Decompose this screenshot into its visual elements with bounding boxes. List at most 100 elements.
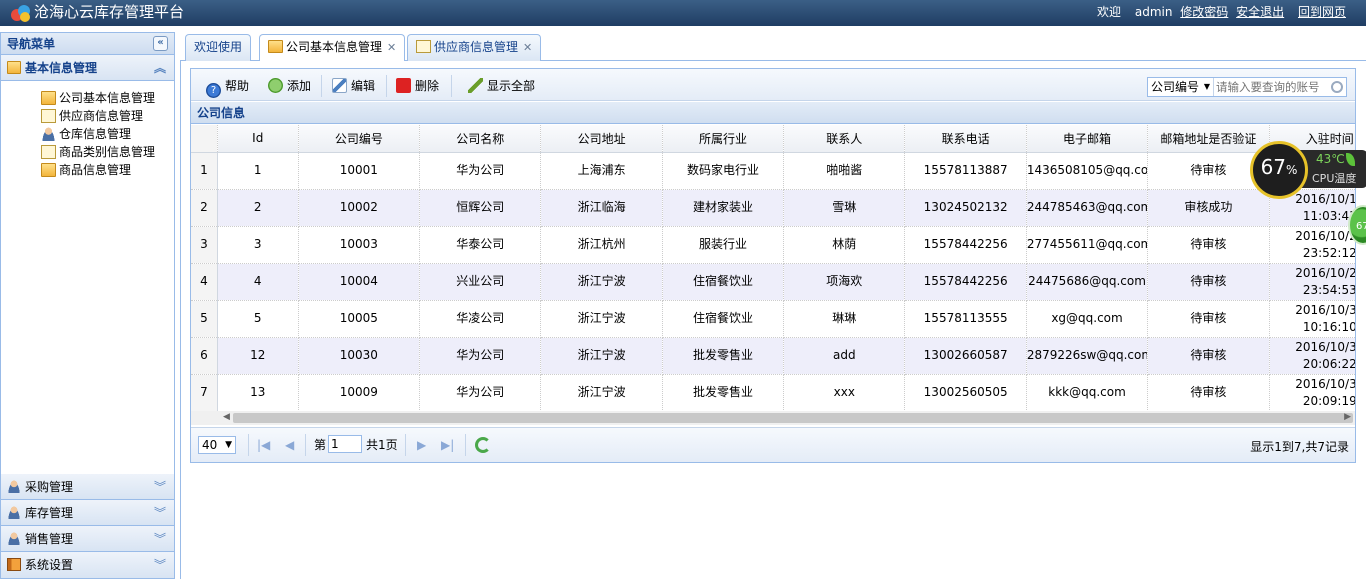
table-row[interactable]: 7 13 10009 华为公司 浙江宁波 批发零售业 xxx 13002560505 kkk@q…: [191, 374, 1355, 411]
sidebar-item-warehouse[interactable]: 仓库信息管理: [41, 125, 174, 143]
table-cell-email: xg@qq.com: [1026, 300, 1149, 338]
table-cell-phone: 15578442256: [904, 226, 1027, 264]
column-header[interactable]: 所属行业: [662, 125, 785, 153]
tab-label: 公司基本信息管理: [286, 40, 383, 54]
column-header[interactable]: 联系人: [783, 125, 906, 153]
table-cell-id: 13: [217, 374, 299, 411]
floating-ball-text: 67: [1356, 221, 1366, 232]
logout-link[interactable]: 安全退出: [1236, 5, 1284, 19]
accordion-inventory[interactable]: 库存管理 ︾: [1, 500, 174, 526]
close-icon[interactable]: ✕: [387, 41, 396, 54]
help-button[interactable]: ? 帮助: [206, 77, 249, 98]
chevron-down-icon[interactable]: ︾: [154, 526, 166, 552]
pencil-icon: [468, 78, 483, 93]
sidebar-item-company[interactable]: 公司基本信息管理: [41, 89, 174, 107]
chevron-down-icon[interactable]: ︾: [154, 500, 166, 526]
scroll-left-icon[interactable]: ◀: [223, 412, 230, 422]
sidebar-item-category[interactable]: 商品类别信息管理: [41, 143, 174, 161]
table-row[interactable]: 4 4 10004 兴业公司 浙江宁波 住宿餐饮业 项海欢 15578442256 244756…: [191, 263, 1355, 301]
sidebar-item-goods[interactable]: 商品信息管理: [41, 161, 174, 179]
scroll-right-icon[interactable]: ▶: [1344, 412, 1351, 422]
table-cell-join-time: 2016/10/30 10:16:10: [1269, 300, 1355, 338]
row-number: 7: [191, 374, 218, 411]
column-header[interactable]: 邮箱地址是否验证: [1147, 125, 1270, 153]
show-all-button[interactable]: 显示全部: [468, 77, 535, 95]
table-row[interactable]: 1 1 10001 华为公司 上海浦东 数码家电行业 啪啪酱 15578113887 14365…: [191, 152, 1355, 190]
table-cell-id: 4: [217, 263, 299, 301]
app-title: 沧海心云库存管理平台: [34, 3, 185, 21]
folder-icon: [7, 61, 21, 74]
chevron-up-icon[interactable]: ︽: [154, 55, 166, 81]
column-header[interactable]: 公司编号: [298, 125, 421, 153]
close-icon[interactable]: ✕: [523, 41, 532, 54]
search-box: 公司编号 ▼: [1147, 77, 1347, 97]
table-cell-verified: 待审核: [1147, 374, 1270, 411]
row-number: 5: [191, 300, 218, 338]
pager-divider: [248, 434, 249, 456]
column-header[interactable]: 电子邮箱: [1026, 125, 1149, 153]
add-button[interactable]: 添加: [268, 77, 311, 95]
column-header[interactable]: 公司名称: [419, 125, 542, 153]
column-header[interactable]: Id: [217, 125, 299, 153]
accordion-sales[interactable]: 销售管理 ︾: [1, 526, 174, 552]
row-number: 1: [191, 152, 218, 190]
collapse-sidebar-button[interactable]: «: [153, 36, 168, 51]
table-cell-phone: 13002560505: [904, 374, 1027, 411]
table-row[interactable]: 2 2 10002 恒辉公司 浙江临海 建材家装业 雪琳 13024502132 2447854…: [191, 189, 1355, 227]
page-number-input[interactable]: [328, 435, 362, 453]
accordion-purchase[interactable]: 采购管理 ︾: [1, 474, 174, 500]
table-cell-name: 恒辉公司: [419, 189, 542, 227]
pager-divider: [405, 434, 406, 456]
tab-welcome[interactable]: 欢迎使用: [185, 34, 252, 61]
horizontal-scrollbar[interactable]: ◀ ▶: [191, 411, 1355, 425]
accordion-label: 销售管理: [25, 532, 74, 546]
table-cell-email: 277455611@qq.com: [1026, 226, 1149, 264]
chevron-down-icon[interactable]: ︾: [154, 552, 166, 578]
accordion-label: 库存管理: [25, 506, 74, 520]
table-cell-addr: 浙江宁波: [540, 300, 663, 338]
toolbar-divider: [386, 75, 387, 97]
last-page-icon[interactable]: ▶|: [441, 437, 454, 453]
search-icon[interactable]: [1331, 81, 1343, 93]
tab-supplier-info[interactable]: 供应商信息管理 ✕: [407, 34, 542, 61]
edit-button[interactable]: 编辑: [332, 77, 375, 95]
grid-toolbar: ? 帮助 添加 编辑 删除 显示全部 公司编号 ▼: [191, 69, 1355, 101]
sidebar-item-supplier[interactable]: 供应商信息管理: [41, 107, 174, 125]
sidebar-item-label: 供应商信息管理: [59, 109, 144, 123]
search-input[interactable]: [1216, 78, 1328, 96]
user-icon: [7, 506, 21, 519]
prev-page-icon[interactable]: ◀: [285, 437, 294, 453]
tab-company-info[interactable]: 公司基本信息管理 ✕: [259, 34, 406, 62]
page-size-select[interactable]: 40 ▼: [198, 436, 236, 454]
next-page-icon[interactable]: ▶: [417, 437, 426, 453]
table-cell-name: 华凌公司: [419, 300, 542, 338]
refresh-icon[interactable]: [475, 437, 491, 453]
table-cell-name: 华为公司: [419, 152, 542, 190]
table-cell-contact: 项海欢: [783, 263, 906, 301]
table-cell-industry: 住宿餐饮业: [662, 300, 785, 338]
search-field-select[interactable]: 公司编号 ▼: [1148, 78, 1214, 96]
table-row[interactable]: 3 3 10003 华泰公司 浙江杭州 服装行业 林荫 15578442256 27745561…: [191, 226, 1355, 264]
table-cell-contact: xxx: [783, 374, 906, 411]
table-row[interactable]: 6 12 10030 华为公司 浙江宁波 批发零售业 add 13002660587 28792…: [191, 337, 1355, 375]
toolbar-divider: [321, 75, 322, 97]
first-page-icon[interactable]: |◀: [257, 437, 270, 453]
accordion-settings[interactable]: 系统设置 ︾: [1, 552, 174, 578]
home-link[interactable]: 回到网页: [1298, 5, 1346, 19]
chevron-down-icon[interactable]: ︾: [154, 474, 166, 500]
table-cell-phone: 15578442256: [904, 263, 1027, 301]
sidebar-item-label: 商品信息管理: [59, 163, 132, 177]
basic-info-tree: 公司基本信息管理 供应商信息管理 仓库信息管理 商品类别信息管理 商品信息管理: [1, 81, 174, 472]
delete-button[interactable]: 删除: [396, 77, 439, 95]
table-cell-email: kkk@qq.com: [1026, 374, 1149, 411]
column-header[interactable]: 联系电话: [904, 125, 1027, 153]
column-header[interactable]: 公司地址: [540, 125, 663, 153]
change-password-link[interactable]: 修改密码: [1180, 5, 1228, 19]
table-cell-join-time: 2016/10/29 23:54:53: [1269, 263, 1355, 301]
table-cell-contact: add: [783, 337, 906, 375]
table-cell-email: 1436508105@qq.com: [1026, 152, 1149, 190]
accordion-basic-info[interactable]: 基本信息管理 ︽: [1, 55, 174, 81]
logo-icon: [11, 5, 30, 22]
scrollbar-thumb[interactable]: [233, 413, 1353, 423]
table-row[interactable]: 5 5 10005 华凌公司 浙江宁波 住宿餐饮业 琳琳 15578113555 xg@qq.c…: [191, 300, 1355, 338]
